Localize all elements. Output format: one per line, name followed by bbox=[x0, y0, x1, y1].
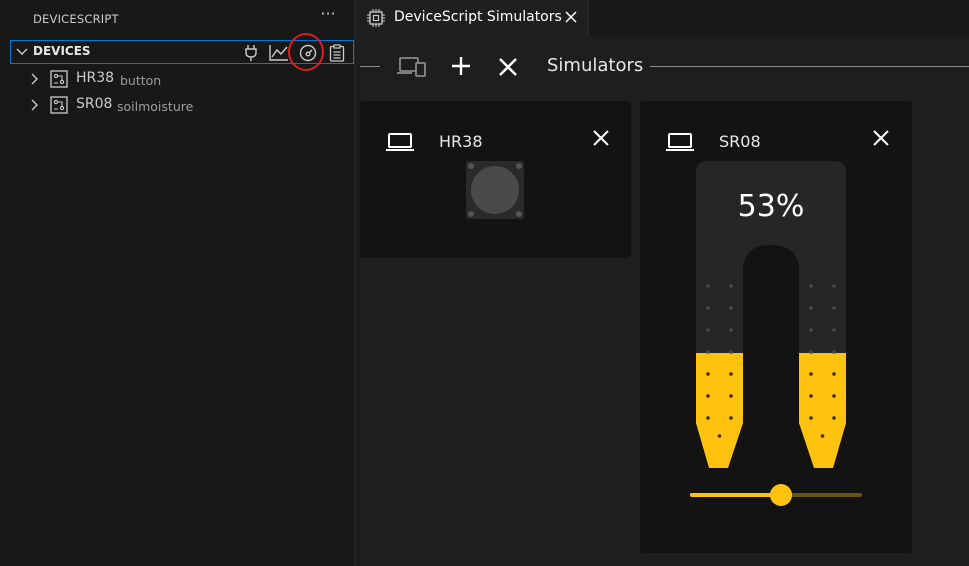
probe-dot bbox=[729, 372, 733, 376]
probe-dot bbox=[809, 350, 813, 354]
button-pin bbox=[516, 211, 522, 217]
device-board-icon bbox=[50, 70, 68, 88]
probe-dot bbox=[832, 350, 836, 354]
explorer-sidebar: DEVICESCRIPT ··· DEVICES HR38 button SR0… bbox=[0, 0, 355, 566]
simulator-card-sr08: SR08 53% bbox=[640, 101, 912, 553]
sidebar-title: DEVICESCRIPT bbox=[33, 12, 119, 26]
plug-icon[interactable] bbox=[240, 42, 262, 64]
laptop-icon bbox=[386, 133, 414, 151]
more-actions-icon[interactable]: ··· bbox=[317, 4, 339, 23]
probe-dot bbox=[832, 372, 836, 376]
card-title: HR38 bbox=[439, 132, 483, 151]
tree-item-hr38[interactable]: HR38 button bbox=[0, 67, 354, 91]
probe-dot bbox=[729, 350, 733, 354]
probe-dot bbox=[729, 394, 733, 398]
divider bbox=[650, 66, 969, 67]
add-icon[interactable] bbox=[450, 55, 472, 77]
moisture-slider[interactable] bbox=[690, 483, 862, 507]
close-icon[interactable] bbox=[872, 129, 890, 147]
probe-dot bbox=[832, 416, 836, 420]
circuit-board-icon bbox=[367, 9, 385, 27]
button-pin bbox=[468, 163, 474, 169]
device-name: SR08 bbox=[76, 96, 113, 112]
probe-dot bbox=[706, 306, 710, 310]
device-name: HR38 bbox=[76, 70, 115, 86]
device-description: soilmoisture bbox=[117, 99, 194, 114]
button-pin bbox=[468, 211, 474, 217]
card-title: SR08 bbox=[719, 132, 761, 151]
probe-dot bbox=[832, 284, 836, 288]
slider-fill bbox=[690, 493, 781, 497]
probe-dot bbox=[809, 394, 813, 398]
close-all-icon[interactable] bbox=[498, 57, 518, 77]
probe-dot bbox=[706, 416, 710, 420]
probe-dot bbox=[832, 306, 836, 310]
moisture-value: 53% bbox=[737, 189, 805, 224]
tree-item-sr08[interactable]: SR08 soilmoisture bbox=[0, 93, 354, 117]
moisture-fill bbox=[696, 353, 846, 468]
slider-thumb[interactable] bbox=[770, 484, 792, 506]
simulators-toolbar: Simulators bbox=[356, 36, 969, 98]
probe-dot bbox=[706, 284, 710, 288]
probe-dot bbox=[832, 328, 836, 332]
probe-dot bbox=[809, 284, 813, 288]
probe-dot bbox=[809, 416, 813, 420]
push-button[interactable] bbox=[466, 161, 524, 219]
editor-tab-bar: DeviceScript Simulators bbox=[356, 0, 969, 36]
laptop-icon bbox=[666, 133, 694, 151]
button-pin bbox=[516, 163, 522, 169]
probe-dot bbox=[809, 306, 813, 310]
probe-dot bbox=[706, 350, 710, 354]
probe-dot bbox=[809, 372, 813, 376]
devices-section-label: DEVICES bbox=[33, 44, 91, 58]
graph-icon[interactable] bbox=[268, 42, 290, 64]
tab-devicescript-simulators[interactable]: DeviceScript Simulators bbox=[356, 0, 589, 36]
device-board-icon bbox=[50, 96, 68, 114]
probe-dot bbox=[809, 328, 813, 332]
close-icon[interactable] bbox=[592, 129, 610, 147]
devices-section-header[interactable]: DEVICES bbox=[10, 40, 354, 64]
probe-dot bbox=[729, 416, 733, 420]
divider bbox=[360, 66, 380, 67]
chevron-down-icon bbox=[16, 48, 28, 55]
probe-dot bbox=[706, 328, 710, 332]
probe-dot bbox=[729, 328, 733, 332]
chevron-right-icon bbox=[31, 73, 38, 85]
probe-dot bbox=[832, 394, 836, 398]
simulators-title: Simulators bbox=[547, 55, 644, 76]
probe-dot bbox=[706, 394, 710, 398]
probe-dot bbox=[820, 434, 825, 438]
simulator-card-hr38: HR38 bbox=[360, 101, 631, 258]
tab-label: DeviceScript Simulators bbox=[394, 9, 562, 25]
probe-dot bbox=[729, 306, 733, 310]
chevron-right-icon bbox=[31, 99, 38, 111]
dashboard-icon[interactable] bbox=[297, 42, 319, 64]
clipboard-icon[interactable] bbox=[326, 42, 348, 64]
close-icon[interactable] bbox=[564, 10, 578, 24]
button-cap[interactable] bbox=[471, 166, 519, 214]
probe-dot bbox=[729, 284, 733, 288]
probe-dot bbox=[706, 372, 710, 376]
probe-dot bbox=[717, 434, 722, 438]
device-description: button bbox=[120, 73, 162, 88]
devices-icon[interactable] bbox=[396, 55, 428, 79]
